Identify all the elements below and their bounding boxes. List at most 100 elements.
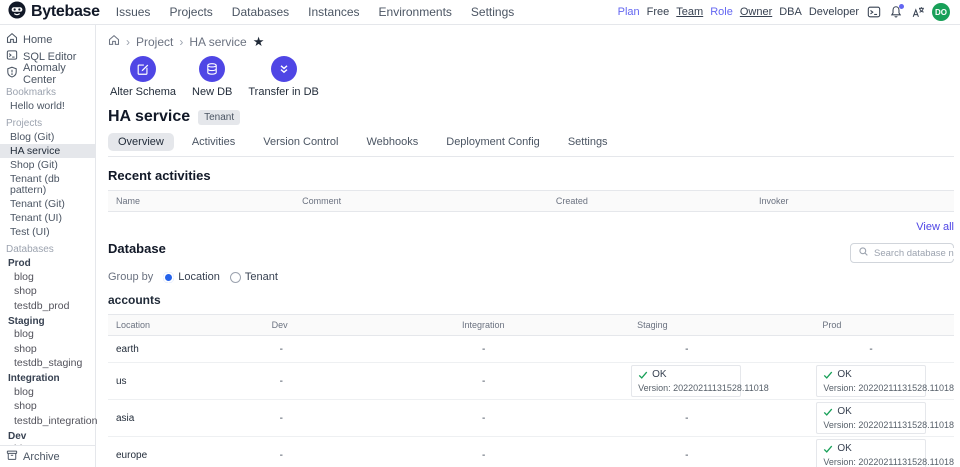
plan-label: Plan	[618, 6, 640, 18]
env-group-prod: Prod	[0, 256, 95, 270]
row-label: asia	[108, 409, 264, 428]
accounts-table: Location Dev Integration Staging Prod ea…	[108, 314, 954, 467]
radio-checked-icon	[163, 272, 174, 283]
tab-activities[interactable]: Activities	[182, 133, 245, 151]
sidebar-item-label: Home	[23, 34, 52, 46]
database-heading: Database	[108, 241, 166, 256]
role-option-owner[interactable]: Owner	[740, 6, 772, 18]
project-item-test-ui[interactable]: Test (UI)	[0, 225, 95, 239]
tab-version-control[interactable]: Version Control	[253, 133, 348, 151]
column-header-created: Created	[548, 191, 751, 212]
row-label: earth	[108, 340, 264, 359]
project-item-tenant-git[interactable]: Tenant (Git)	[0, 197, 95, 211]
role-option-developer[interactable]: Developer	[809, 6, 859, 18]
nav-issues[interactable]: Issues	[116, 5, 151, 19]
column-header-invoker: Invoker	[751, 191, 954, 212]
top-bar: Bytebase Issues Projects Databases Insta…	[0, 0, 960, 25]
transfer-in-db-button[interactable]: Transfer in DB	[248, 56, 319, 98]
double-chevron-down-icon	[271, 56, 297, 82]
column-header-name: Name	[108, 191, 294, 212]
row-label: europe	[108, 446, 264, 465]
table-row-asia: asia - - - OK Version: 20220211131528.11…	[108, 400, 954, 437]
tab-bar: Overview Activities Version Control Webh…	[108, 133, 954, 157]
project-item-ha-service[interactable]: HA service	[0, 144, 95, 158]
new-db-button[interactable]: New DB	[192, 56, 232, 98]
tab-overview[interactable]: Overview	[108, 133, 174, 151]
db-item[interactable]: blog	[0, 270, 95, 285]
group-by-location-radio[interactable]: Location	[163, 271, 220, 283]
search-input[interactable]	[874, 248, 954, 259]
title-row: HA service Tenant	[108, 108, 954, 126]
database-section-header: Database	[108, 241, 954, 263]
db-item[interactable]: shop	[0, 342, 95, 357]
project-item-tenant-db-pattern[interactable]: Tenant (db pattern)	[0, 172, 95, 197]
tab-deployment-config[interactable]: Deployment Config	[436, 133, 550, 151]
edit-pencil-icon	[130, 56, 156, 82]
breadcrumb-project[interactable]: Project	[136, 35, 173, 49]
cell-integration: -	[454, 372, 629, 391]
top-nav: Issues Projects Databases Instances Envi…	[116, 5, 515, 19]
favorite-star-icon[interactable]: ★	[253, 37, 265, 47]
nav-instances[interactable]: Instances	[308, 5, 359, 19]
check-icon	[823, 444, 833, 454]
db-status-card[interactable]: OK Version: 20220211131528.11018	[631, 365, 741, 397]
language-translate-icon[interactable]	[910, 5, 925, 20]
role-option-dba[interactable]: DBA	[779, 6, 802, 18]
notification-bell-icon[interactable]	[888, 5, 903, 20]
table-row-europe: europe - - - OK Version: 20220211131528.…	[108, 437, 954, 467]
main-content: › Project › HA service ★ Alter Schema Ne…	[96, 25, 960, 467]
group-by-tenant-radio[interactable]: Tenant	[230, 271, 278, 283]
nav-settings[interactable]: Settings	[471, 5, 514, 19]
view-all-link[interactable]: View all	[916, 221, 954, 233]
db-item[interactable]: shop	[0, 285, 95, 300]
plan-option-free[interactable]: Free	[647, 6, 670, 18]
db-status-card[interactable]: OK Version: 20220211131528.11018	[816, 402, 926, 434]
tab-webhooks[interactable]: Webhooks	[356, 133, 428, 151]
cell-staging: -	[629, 446, 814, 465]
check-icon	[823, 370, 833, 380]
brand[interactable]: Bytebase	[8, 1, 100, 24]
db-status-card[interactable]: OK Version: 20220211131528.11018	[816, 365, 926, 397]
version-text: Version: 20220211131528.11018	[823, 457, 919, 467]
sidebar-item-anomaly-center[interactable]: Anomaly Center	[0, 65, 95, 82]
breadcrumb-separator: ›	[126, 35, 130, 49]
column-header-location: Location	[108, 315, 264, 335]
db-item[interactable]: testdb_prod	[0, 299, 95, 314]
action-label: Transfer in DB	[248, 86, 319, 98]
tab-settings[interactable]: Settings	[558, 133, 618, 151]
accounts-table-heading: accounts	[108, 293, 954, 307]
sidebar-section-projects: Projects	[0, 113, 95, 130]
breadcrumb-ha-service[interactable]: HA service	[189, 35, 246, 49]
breadcrumb-home-icon[interactable]	[108, 34, 120, 49]
column-header-staging: Staging	[629, 315, 814, 335]
table-row-us: us - - OK Version: 20220211131528.11018 …	[108, 363, 954, 400]
db-item[interactable]: blog	[0, 328, 95, 343]
project-item-tenant-ui[interactable]: Tenant (UI)	[0, 211, 95, 225]
alter-schema-button[interactable]: Alter Schema	[110, 56, 176, 98]
db-item[interactable]: testdb_staging	[0, 357, 95, 372]
nav-databases[interactable]: Databases	[232, 5, 289, 19]
radio-label: Tenant	[245, 271, 278, 283]
database-search[interactable]	[850, 243, 954, 263]
sidebar-item-archive[interactable]: Archive	[0, 445, 95, 467]
nav-projects[interactable]: Projects	[169, 5, 212, 19]
group-by-label: Group by	[108, 271, 153, 283]
column-header-dev: Dev	[264, 315, 454, 335]
db-status-card[interactable]: OK Version: 20220211131528.11018	[816, 439, 926, 467]
brand-name: Bytebase	[31, 3, 100, 21]
sidebar-item-home[interactable]: Home	[0, 31, 95, 48]
plan-option-team[interactable]: Team	[676, 6, 703, 18]
nav-environments[interactable]: Environments	[379, 5, 452, 19]
db-item[interactable]: testdb_integration	[0, 414, 95, 429]
db-item[interactable]: shop	[0, 400, 95, 415]
bookmark-item-hello-world[interactable]: Hello world!	[0, 99, 95, 113]
column-header-comment: Comment	[294, 191, 548, 212]
db-item[interactable]: blog	[0, 385, 95, 400]
accounts-table-header: Location Dev Integration Staging Prod	[108, 314, 954, 336]
project-item-blog-git[interactable]: Blog (Git)	[0, 130, 95, 144]
search-icon	[858, 244, 869, 262]
console-icon[interactable]	[866, 5, 881, 20]
project-item-shop-git[interactable]: Shop (Git)	[0, 158, 95, 172]
status-label: OK	[837, 443, 851, 454]
user-avatar[interactable]: DO	[932, 3, 950, 21]
